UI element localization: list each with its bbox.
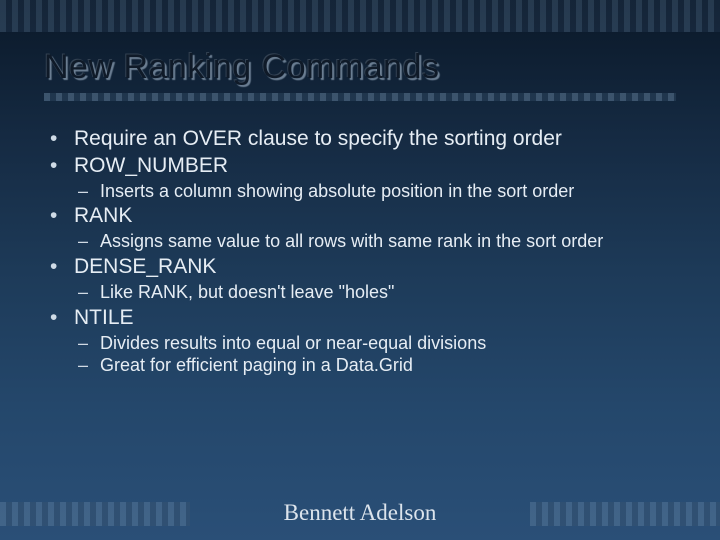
sub-list-item: Like RANK, but doesn't leave "holes" [74, 282, 676, 304]
sub-list: Divides results into equal or near-equal… [74, 333, 676, 377]
footer-author: Bennett Adelson [0, 500, 720, 526]
bullet-text: ROW_NUMBER [74, 154, 228, 177]
sub-list-item: Divides results into equal or near-equal… [74, 333, 676, 355]
sub-list: Assigns same value to all rows with same… [74, 231, 676, 253]
sub-list-item: Inserts a column showing absolute positi… [74, 181, 676, 203]
list-item: RANK Assigns same value to all rows with… [44, 204, 676, 253]
sub-text: Divides results into equal or near-equal… [100, 333, 486, 353]
sub-text: Like RANK, but doesn't leave "holes" [100, 282, 394, 302]
title-underline [44, 93, 676, 101]
list-item: NTILE Divides results into equal or near… [44, 306, 676, 377]
slide-content: New Ranking Commands Require an OVER cla… [44, 48, 676, 379]
slide-title: New Ranking Commands [44, 48, 676, 87]
list-item: ROW_NUMBER Inserts a column showing abso… [44, 154, 676, 203]
bullet-text: DENSE_RANK [74, 255, 216, 278]
list-item: DENSE_RANK Like RANK, but doesn't leave … [44, 255, 676, 304]
sub-list-item: Assigns same value to all rows with same… [74, 231, 676, 253]
bullet-text: NTILE [74, 306, 134, 329]
bullet-text: RANK [74, 204, 132, 227]
list-item: Require an OVER clause to specify the so… [44, 127, 676, 152]
bullet-list: Require an OVER clause to specify the so… [44, 127, 676, 377]
decorative-top-stripes [0, 0, 720, 32]
sub-text: Inserts a column showing absolute positi… [100, 181, 574, 201]
sub-list: Inserts a column showing absolute positi… [74, 181, 676, 203]
sub-list: Like RANK, but doesn't leave "holes" [74, 282, 676, 304]
sub-list-item: Great for efficient paging in a Data.Gri… [74, 355, 676, 377]
sub-text: Assigns same value to all rows with same… [100, 231, 603, 251]
bullet-text: Require an OVER clause to specify the so… [74, 127, 562, 150]
sub-text: Great for efficient paging in a Data.Gri… [100, 355, 413, 375]
